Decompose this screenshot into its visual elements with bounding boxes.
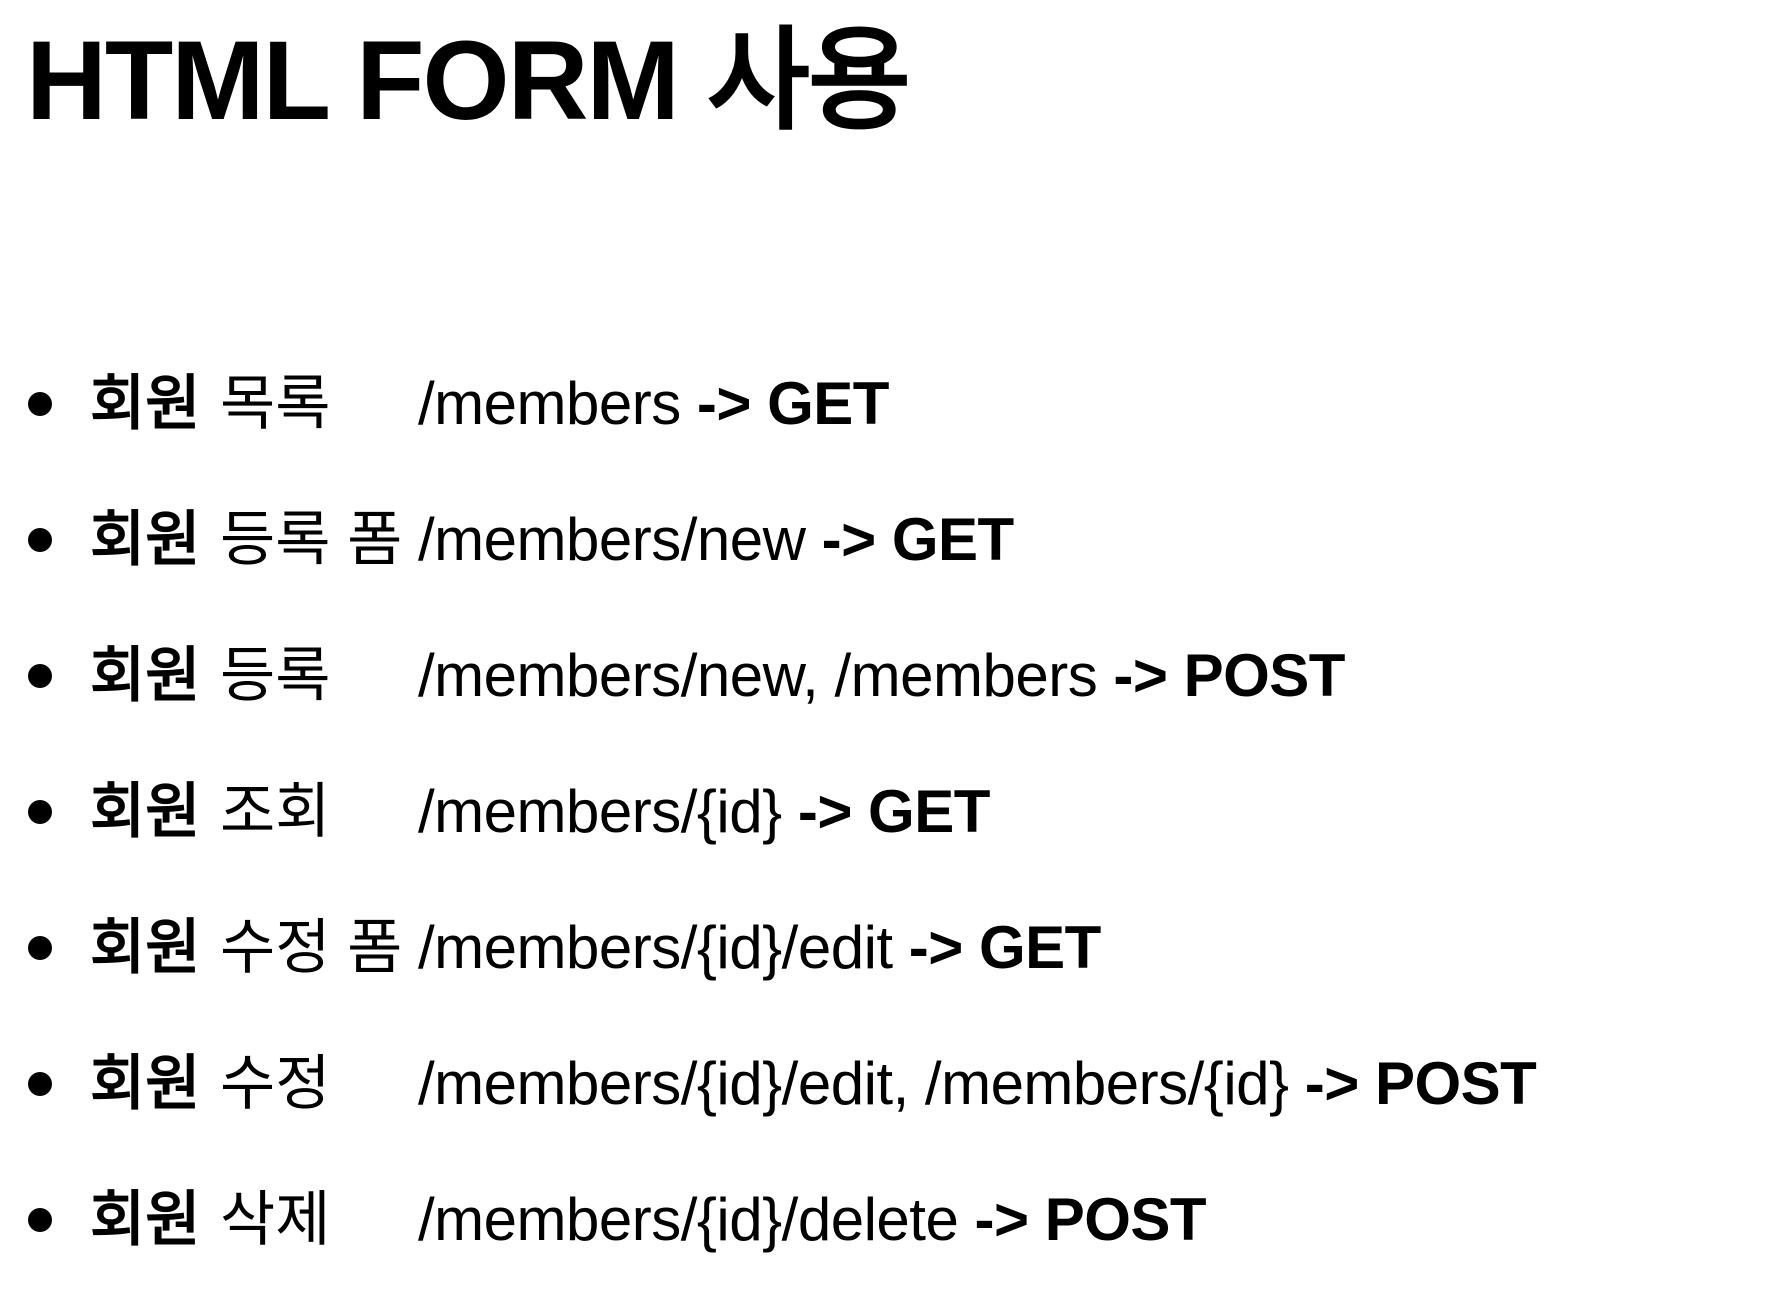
endpoint-path: /members/{id}/edit, /members/{id} (418, 1050, 1289, 1117)
endpoint-path: /members/{id} (418, 778, 782, 845)
arrow-text: -> (1304, 1050, 1360, 1117)
endpoint: /members -> GET (418, 336, 889, 472)
endpoint: /members/new -> GET (418, 472, 1014, 608)
endpoint-path: /members/{id}/delete (418, 1186, 959, 1253)
bullet-icon (28, 1072, 52, 1096)
endpoint: /members/new, /members -> POST (418, 608, 1345, 744)
item-subject: 회원 (90, 642, 201, 709)
arrow-text: -> (1113, 642, 1168, 709)
bullet-icon (28, 392, 52, 416)
arrow-text: -> (696, 370, 752, 437)
bullet-icon (28, 528, 52, 552)
item-action: 수정 폼 (220, 914, 403, 981)
arrow-text: -> (974, 1186, 1029, 1253)
slide-title: HTML FORM 사용 (26, 18, 911, 143)
endpoint: /members/{id}/edit, /members/{id} -> POS… (418, 1016, 1537, 1152)
http-method: POST (1374, 1050, 1537, 1117)
item-subject: 회원 (90, 370, 201, 437)
item-subject: 회원 (90, 1186, 201, 1253)
bullet-icon (28, 936, 52, 960)
arrow-text: -> (821, 506, 877, 573)
bullet-icon (28, 800, 52, 824)
http-method: POST (1183, 642, 1346, 709)
item-action: 등록 폼 (220, 506, 403, 573)
arrow-text: -> (797, 778, 853, 845)
http-method: GET (978, 914, 1101, 981)
arrow-text: -> (908, 914, 964, 981)
item-action: 목록 (220, 370, 331, 437)
endpoint-path: /members/{id}/edit (418, 914, 893, 981)
item-action: 수정 (220, 1050, 331, 1117)
endpoint: /members/{id}/delete -> POST (418, 1152, 1207, 1288)
endpoint: /members/{id}/edit -> GET (418, 880, 1101, 1016)
item-action: 삭제 (220, 1186, 331, 1253)
item-subject: 회원 (90, 1050, 201, 1117)
bullet-icon (28, 1208, 52, 1232)
item-action: 등록 (220, 642, 331, 709)
endpoint-path: /members (418, 370, 681, 437)
http-method: POST (1044, 1186, 1207, 1253)
endpoint-path: /members/new (418, 506, 806, 573)
http-method: GET (767, 370, 889, 437)
item-subject: 회원 (90, 506, 201, 573)
endpoint-path: /members/new, /members (418, 642, 1098, 709)
http-method: GET (868, 778, 990, 845)
item-action: 조회 (220, 778, 331, 845)
http-method: GET (891, 506, 1014, 573)
item-subject: 회원 (90, 914, 201, 981)
endpoint: /members/{id} -> GET (418, 744, 990, 880)
bullet-icon (28, 664, 52, 688)
item-subject: 회원 (90, 778, 201, 845)
